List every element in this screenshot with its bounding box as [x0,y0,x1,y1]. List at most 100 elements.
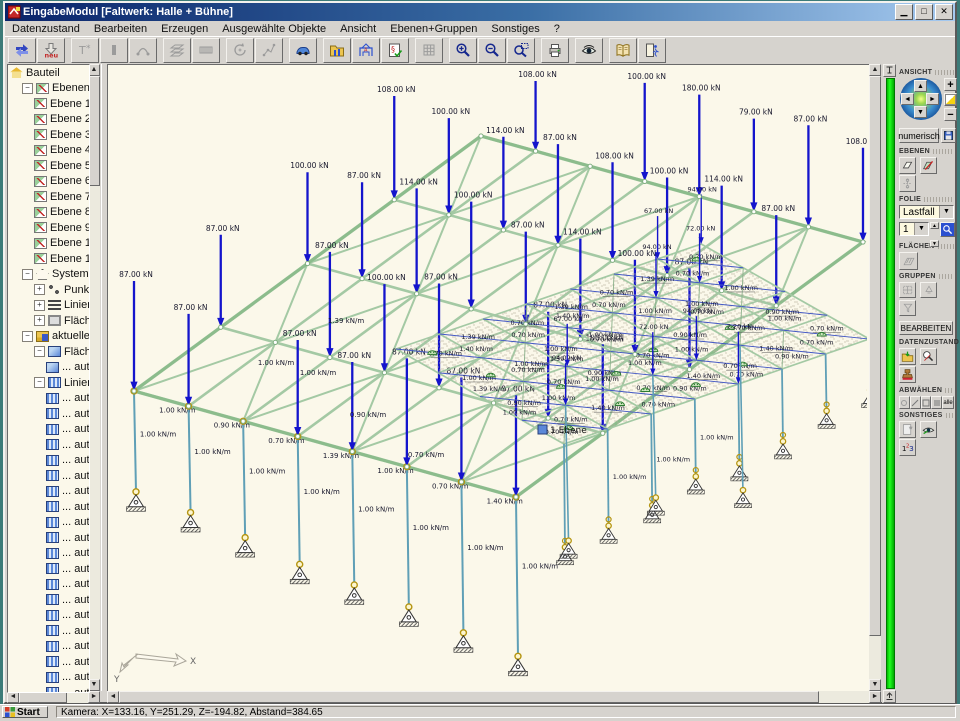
rotate-up-button[interactable]: ▲ [914,80,927,92]
tree-item--aut[interactable]: ... aut [8,391,89,407]
tree-item-bauteil[interactable]: Bauteil [8,65,89,81]
polylinie-button[interactable] [255,38,283,63]
tree-item-ebene-4[interactable]: Ebene 4 [8,143,89,159]
drehen-button[interactable] [226,38,254,63]
zoom-in-button[interactable] [449,38,477,63]
tree-item-system[interactable]: −System [8,267,89,283]
expand-icon[interactable]: + [34,284,45,295]
rotate-right-button[interactable]: ► [926,93,939,105]
rotate-left-button[interactable]: ◄ [901,93,914,105]
lastfaelle-button[interactable] [323,38,351,63]
auto-button[interactable] [289,38,317,63]
close-button[interactable]: ✕ [935,4,953,20]
tree-item--aut[interactable]: ... aut [8,468,89,484]
tree-item--aut[interactable]: ... aut [8,453,89,469]
scroll-up-icon[interactable]: ▲ [869,64,881,76]
tree-item-ebene-10[interactable]: Ebene 10 [8,236,89,252]
kurve-button[interactable] [129,38,157,63]
minimize-button[interactable]: ▁ [895,4,913,20]
abwahl-flaeche-button[interactable] [921,396,932,409]
numeric-view-button[interactable]: numerisch [899,128,939,143]
tree-item--aut[interactable]: ... aut [8,406,89,422]
menu-item--[interactable]: ? [547,22,567,36]
tree-item--aut[interactable]: ... aut [8,422,89,438]
scroll-thumb[interactable] [119,691,819,703]
tree-item--aut[interactable]: ... aut [8,499,89,515]
abwahl-lasten-button[interactable] [931,396,942,409]
tree-item--aut[interactable]: ... aut [8,561,89,577]
beenden-button[interactable] [638,38,666,63]
block-button[interactable] [100,38,128,63]
tree-item--aut[interactable]: ... aut [8,623,89,639]
ebene-3d-button[interactable] [899,157,916,174]
gruppen-lamp-button[interactable] [920,282,937,298]
tree-item--aut[interactable]: ... aut [8,670,89,686]
expand-icon[interactable]: + [34,300,45,311]
tree-item-punkte[interactable]: +Punkte [8,282,89,298]
zoom-out-button[interactable] [478,38,506,63]
folie-zoom-button[interactable] [940,222,955,237]
collapse-icon[interactable]: − [22,269,33,280]
tree-item-fl-chenla[interactable]: −Flächenla [8,344,89,360]
gruppen-select-button[interactable] [899,282,916,298]
tree-item--aut[interactable]: ... aut [8,592,89,608]
normen-check-button[interactable]: § [381,38,409,63]
raster-button[interactable] [415,38,443,63]
tree-item-ebene-3[interactable]: Ebene 3 [8,127,89,143]
scroll-down-icon[interactable]: ▼ [869,679,881,691]
tree-item--aut[interactable]: ... aut [8,515,89,531]
daten-pruefen-button[interactable] [920,348,937,365]
menu-item-ausgew-hlte-objekte[interactable]: Ausgewählte Objekte [215,22,333,36]
menu-item-ebenen-gruppen[interactable]: Ebenen+Gruppen [383,22,484,36]
ebene-edit-button[interactable] [920,157,937,174]
datenzustand-wechseln-button[interactable] [8,38,36,63]
tree-item--aut[interactable]: ... aut [8,577,89,593]
collapse-icon[interactable]: − [22,83,33,94]
text-button[interactable]: T* [71,38,99,63]
ebene-points-button[interactable] [899,175,916,192]
tree-item-ebene-8-a[interactable]: Ebene 8 A [8,205,89,221]
sonstiges-neuzeichnen-button[interactable] [899,421,916,438]
zoom-plus-button[interactable]: + [944,78,957,91]
abwahl-punkt-button[interactable] [899,396,910,409]
menu-item-bearbeiten[interactable]: Bearbeiten [87,22,154,36]
scroll-thumb[interactable] [869,76,881,636]
scroll-right-icon[interactable]: ► [869,691,881,703]
start-button[interactable]: Start [2,706,48,718]
abwahl-linie-button[interactable] [910,396,921,409]
tree-item-ebene-1-a[interactable]: Ebene 1 A [8,96,89,112]
bearbeiten-button[interactable]: BEARBEITEN [899,321,953,335]
flaechen-stapel-button[interactable] [163,38,191,63]
rotate-down-button[interactable]: ▼ [914,106,927,118]
tree-item-aktueller-last[interactable]: −aktueller Last [8,329,89,345]
neu-button[interactable]: neu [37,38,65,63]
flaechen-hatch-button[interactable] [899,252,918,270]
tree-item--aut[interactable]: ... aut [8,484,89,500]
tree-item-ebene-7[interactable]: Ebene 7 [8,189,89,205]
folie-type-select[interactable]: Lastfall▼ [899,205,954,219]
strip-pin-button[interactable] [883,64,896,77]
bemessung-button[interactable]: A [352,38,380,63]
tree-item-ebene-6[interactable]: Ebene 6 [8,174,89,190]
menu-item-sonstiges[interactable]: Sonstiges [484,22,546,36]
collapse-icon[interactable]: − [34,346,45,357]
expand-icon[interactable]: + [34,315,45,326]
chevron-down-icon[interactable]: ▼ [914,223,928,235]
tree-item--aut[interactable]: ... aut [8,437,89,453]
zoom-fenster-button[interactable] [507,38,535,63]
tree-item--aut[interactable]: ... aut [8,546,89,562]
zoom-minus-button[interactable]: − [944,108,957,121]
abwahl-alle-button[interactable]: alle [942,396,954,409]
tree-item--aut[interactable]: ... aut [8,530,89,546]
menu-item-erzeugen[interactable]: Erzeugen [154,22,215,36]
sonstiges-darstellung-button[interactable] [920,421,937,438]
daten-stempel-button[interactable] [899,366,916,383]
tree-item-ebene-2-b[interactable]: Ebene 2 B [8,112,89,128]
tree-item--aut[interactable]: ... aut [8,685,89,693]
folie-number-select[interactable]: 1▼ [899,222,929,236]
maximize-button[interactable]: □ [915,4,933,20]
lamp-button[interactable] [944,93,957,106]
bemassung-button[interactable] [192,38,220,63]
canvas-vscrollbar[interactable]: ▲ ▼ [869,64,881,691]
tree-item--aut[interactable]: ... aut [8,639,89,655]
